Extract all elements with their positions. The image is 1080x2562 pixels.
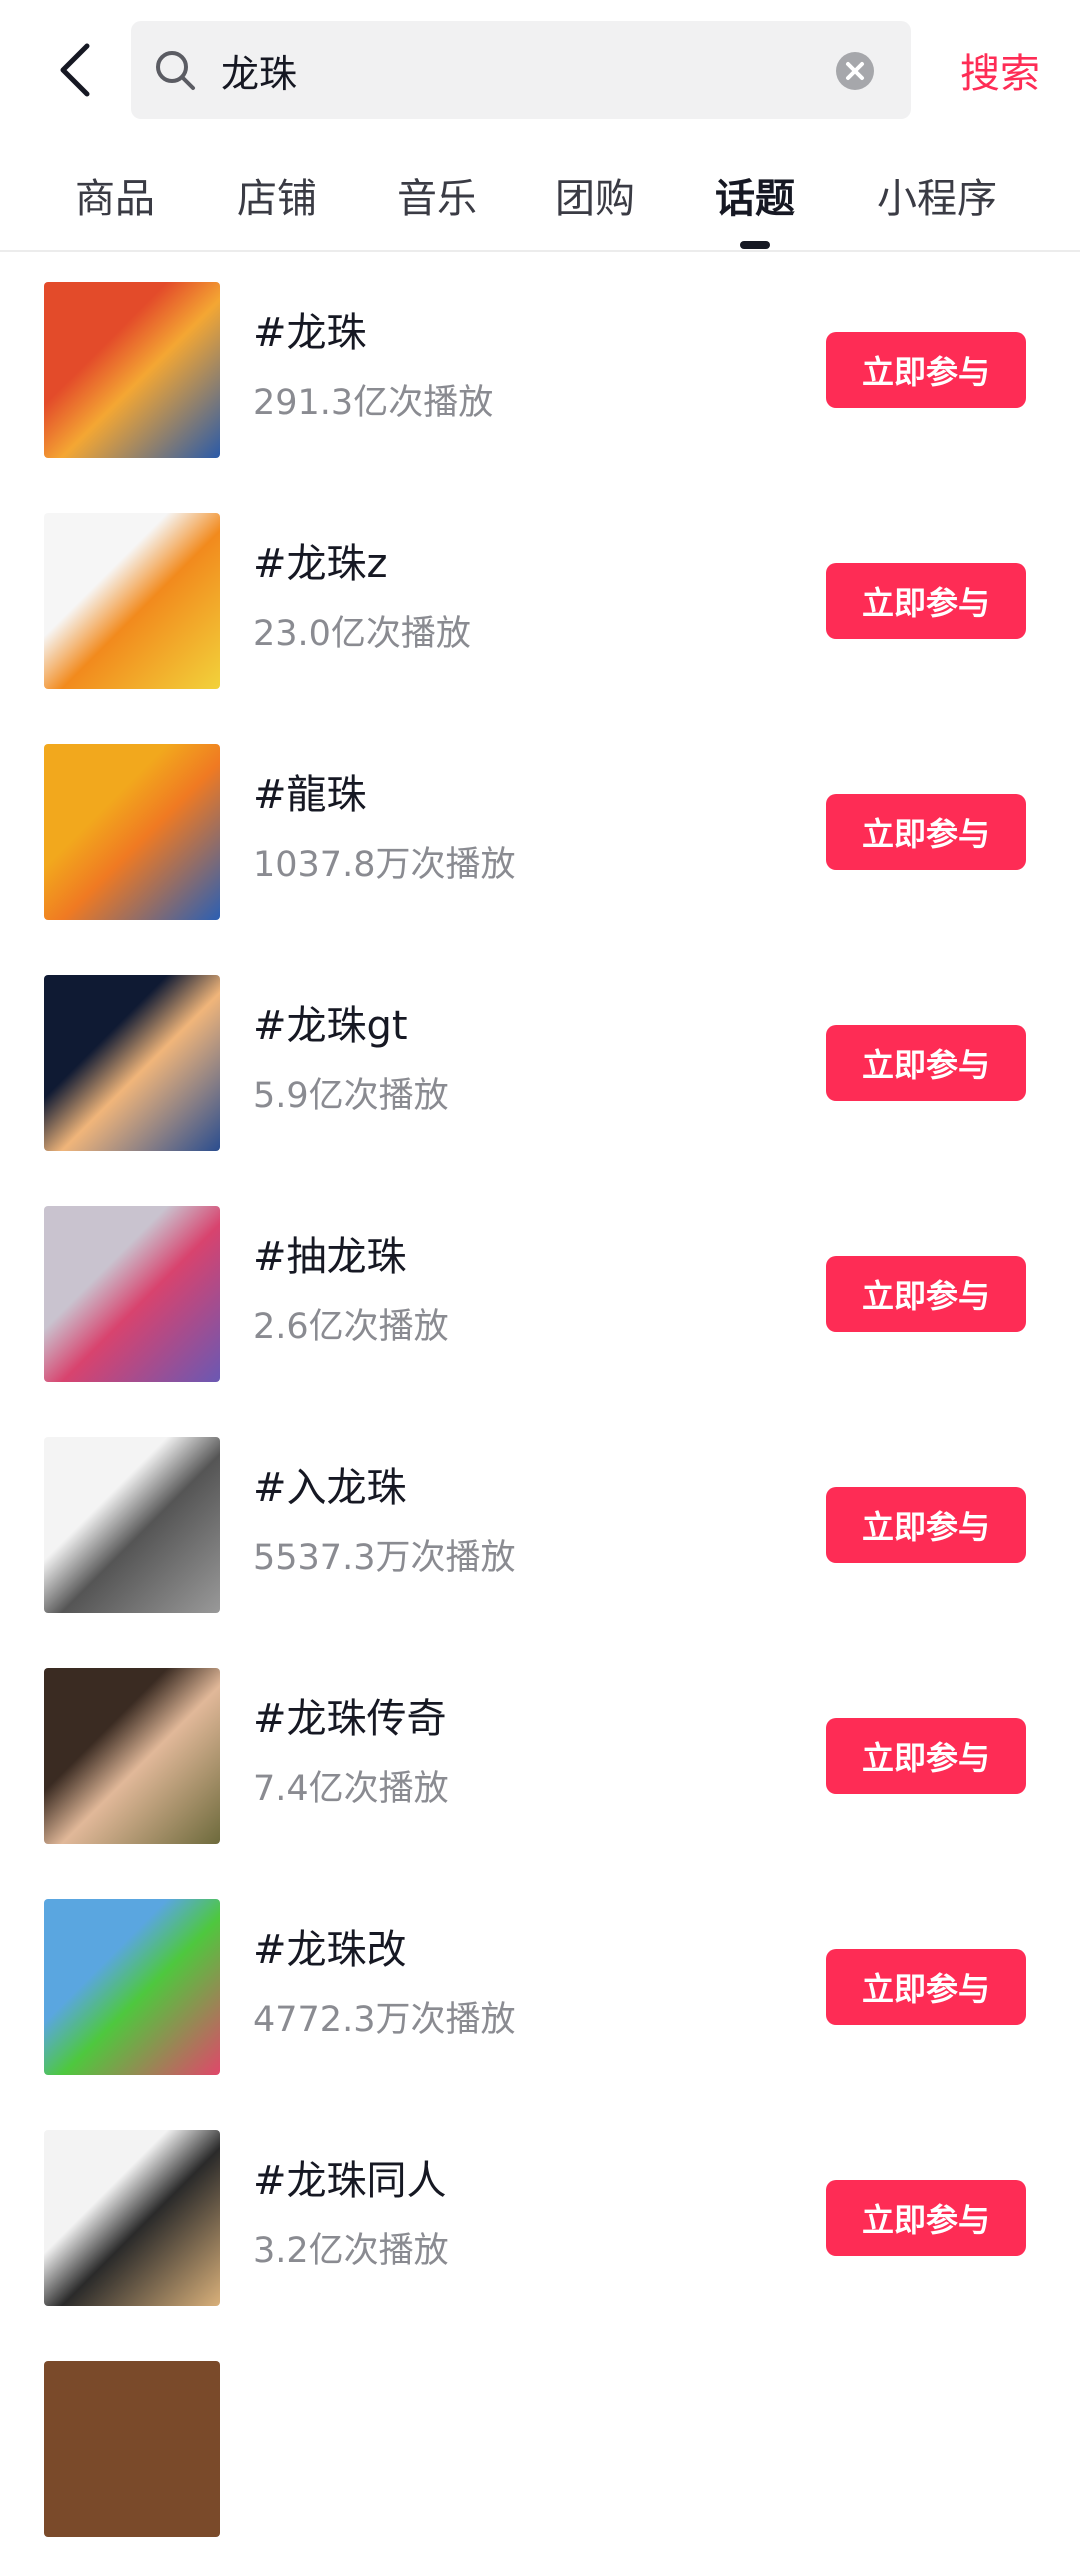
topic-title: #龙珠 [253, 310, 367, 356]
topic-title: #抽龙珠 [253, 1234, 407, 1280]
search-submit-button[interactable]: 搜索 [940, 30, 1060, 110]
topic-title: #龍珠 [253, 772, 367, 818]
topic-title: #龙珠z [253, 541, 388, 587]
tab-stores[interactable]: 店铺 [222, 140, 332, 250]
topic-thumbnail [44, 1899, 220, 2075]
topic-row[interactable]: #抽龙珠 2.6亿次播放 立即参与 [0, 1176, 1080, 1407]
active-tab-indicator [740, 241, 770, 249]
topic-play-count: 2.6亿次播放 [253, 1307, 449, 1347]
search-input[interactable] [221, 21, 821, 119]
join-topic-button[interactable]: 立即参与 [826, 2180, 1026, 2256]
topic-play-count: 5537.3万次播放 [253, 1538, 516, 1578]
join-topic-button[interactable]: 立即参与 [826, 1949, 1026, 2025]
topic-title: #龙珠同人 [253, 2158, 447, 2204]
topic-play-count: 7.4亿次播放 [253, 1769, 449, 1809]
tab-products[interactable]: 商品 [60, 140, 170, 250]
chevron-left-icon [60, 43, 90, 97]
category-tabs: 商品 店铺 音乐 团购 话题 小程序 [0, 140, 1080, 252]
topic-row[interactable]: #龙珠z 23.0亿次播放 立即参与 [0, 483, 1080, 714]
join-topic-button[interactable]: 立即参与 [826, 332, 1026, 408]
topic-row[interactable]: #龙珠gt 5.9亿次播放 立即参与 [0, 945, 1080, 1176]
search-box[interactable] [131, 21, 911, 119]
join-topic-button[interactable]: 立即参与 [826, 1487, 1026, 1563]
topic-row[interactable]: #入龙珠 5537.3万次播放 立即参与 [0, 1407, 1080, 1638]
topic-play-count: 4772.3万次播放 [253, 2000, 516, 2040]
tab-mini-programs[interactable]: 小程序 [862, 140, 1012, 250]
topic-row[interactable]: #龙珠 291.3亿次播放 立即参与 [0, 252, 1080, 483]
topic-thumbnail [44, 513, 220, 689]
topic-thumbnail [44, 2361, 220, 2537]
join-topic-button[interactable]: 立即参与 [826, 794, 1026, 870]
topic-title: #龙珠gt [253, 1003, 408, 1049]
topic-play-count: 291.3亿次播放 [253, 383, 494, 423]
topic-row[interactable]: #龍珠 1037.8万次播放 立即参与 [0, 714, 1080, 945]
topic-play-count: 5.9亿次播放 [253, 1076, 449, 1116]
tab-topics[interactable]: 话题 [700, 140, 810, 250]
topic-thumbnail [44, 1437, 220, 1613]
join-topic-button[interactable]: 立即参与 [826, 1718, 1026, 1794]
join-topic-button[interactable]: 立即参与 [826, 1025, 1026, 1101]
topic-thumbnail [44, 975, 220, 1151]
topic-title: #龙珠传奇 [253, 1696, 447, 1742]
topic-thumbnail [44, 744, 220, 920]
topic-row[interactable]: #龙珠同人 3.2亿次播放 立即参与 [0, 2100, 1080, 2331]
topic-title: #入龙珠 [253, 1465, 407, 1511]
topic-play-count: 23.0亿次播放 [253, 614, 471, 654]
topic-play-count: 1037.8万次播放 [253, 845, 516, 885]
search-icon [156, 51, 195, 90]
topic-row[interactable]: #龙珠改 4772.3万次播放 立即参与 [0, 1869, 1080, 2100]
topic-play-count: 3.2亿次播放 [253, 2231, 449, 2271]
topic-thumbnail [44, 1206, 220, 1382]
topic-row[interactable]: #龙珠传奇 7.4亿次播放 立即参与 [0, 1638, 1080, 1869]
back-button[interactable] [40, 30, 110, 110]
join-topic-button[interactable]: 立即参与 [826, 1256, 1026, 1332]
clear-icon[interactable] [835, 51, 875, 91]
topic-thumbnail [44, 1668, 220, 1844]
topic-thumbnail [44, 282, 220, 458]
join-topic-button[interactable]: 立即参与 [826, 563, 1026, 639]
topic-row[interactable] [0, 2331, 1080, 2562]
top-bar: 搜索 [0, 0, 1080, 140]
tab-music[interactable]: 音乐 [382, 140, 492, 250]
topic-title: #龙珠改 [253, 1927, 407, 1973]
topic-thumbnail [44, 2130, 220, 2306]
tab-group-buy[interactable]: 团购 [540, 140, 650, 250]
